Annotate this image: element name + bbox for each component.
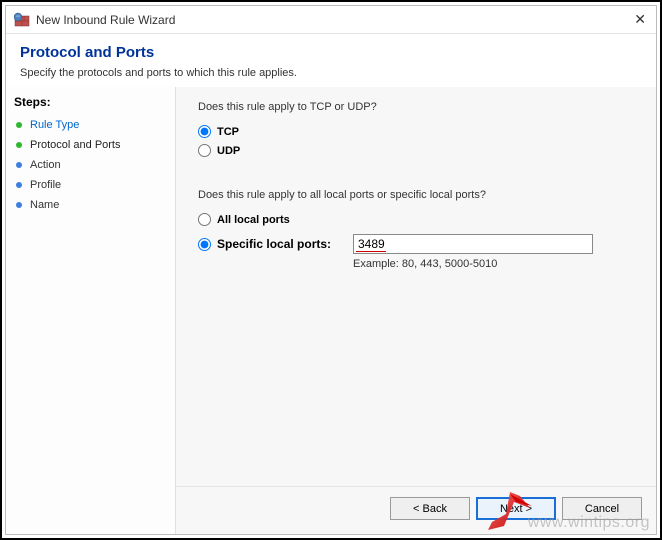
udp-label: UDP — [217, 145, 240, 157]
title-bar: New Inbound Rule Wizard ✕ — [6, 6, 656, 34]
cancel-button[interactable]: Cancel — [562, 497, 642, 520]
specific-ports-label: Specific local ports: — [217, 237, 331, 251]
content-pane: Does this rule apply to TCP or UDP? TCP … — [176, 87, 656, 534]
firewall-icon — [14, 12, 30, 28]
sidebar-item-label: Profile — [30, 179, 61, 191]
close-button[interactable]: ✕ — [610, 11, 650, 28]
bullet-icon — [16, 122, 22, 128]
sidebar-item-label: Name — [30, 199, 59, 211]
bullet-icon — [16, 162, 22, 168]
all-ports-radio[interactable] — [198, 213, 211, 226]
annotation-underline — [356, 251, 386, 252]
page-subtitle: Specify the protocols and ports to which… — [20, 67, 642, 79]
page-header: Protocol and Ports Specify the protocols… — [6, 34, 656, 87]
specific-ports-input[interactable] — [353, 234, 593, 254]
bullet-icon — [16, 202, 22, 208]
window-title: New Inbound Rule Wizard — [36, 13, 610, 27]
next-button[interactable]: Next > — [476, 497, 556, 520]
tcp-radio[interactable] — [198, 125, 211, 138]
tcp-label: TCP — [217, 126, 239, 138]
bullet-icon — [16, 182, 22, 188]
tcp-radio-row[interactable]: TCP — [198, 125, 634, 138]
sidebar-item-protocol-ports[interactable]: Protocol and Ports — [14, 135, 167, 155]
steps-sidebar: Steps: Rule Type Protocol and Ports Acti… — [6, 87, 176, 534]
protocol-question: Does this rule apply to TCP or UDP? — [198, 101, 634, 113]
page-title: Protocol and Ports — [20, 44, 642, 61]
sidebar-item-label: Protocol and Ports — [30, 139, 121, 151]
all-ports-label: All local ports — [217, 214, 290, 226]
specific-ports-radio-row[interactable]: Specific local ports: — [198, 237, 353, 251]
udp-radio[interactable] — [198, 144, 211, 157]
sidebar-title: Steps: — [14, 95, 167, 109]
sidebar-item-name[interactable]: Name — [14, 195, 167, 215]
back-button[interactable]: < Back — [390, 497, 470, 520]
wizard-footer: < Back Next > Cancel — [176, 486, 656, 534]
bullet-icon — [16, 142, 22, 148]
sidebar-item-label: Action — [30, 159, 61, 171]
sidebar-item-action[interactable]: Action — [14, 155, 167, 175]
ports-example-text: Example: 80, 443, 5000-5010 — [353, 258, 634, 270]
wizard-window: New Inbound Rule Wizard ✕ Protocol and P… — [5, 5, 657, 535]
all-ports-radio-row[interactable]: All local ports — [198, 213, 634, 226]
sidebar-item-profile[interactable]: Profile — [14, 175, 167, 195]
sidebar-item-label: Rule Type — [30, 119, 79, 131]
sidebar-item-rule-type[interactable]: Rule Type — [14, 115, 167, 135]
ports-question: Does this rule apply to all local ports … — [198, 189, 634, 201]
specific-ports-radio[interactable] — [198, 238, 211, 251]
udp-radio-row[interactable]: UDP — [198, 144, 634, 157]
